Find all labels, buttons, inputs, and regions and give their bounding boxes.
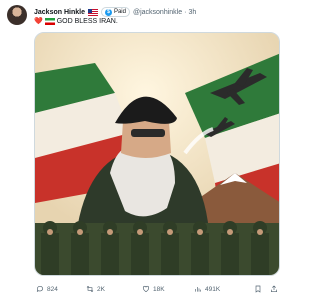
retweet-icon — [86, 285, 94, 293]
dollar-icon: $ — [104, 8, 112, 16]
author-handle[interactable]: @jacksonhinkle — [133, 9, 182, 16]
bookmark-button[interactable] — [254, 285, 262, 293]
author-name[interactable]: Jackson Hinkle — [34, 9, 85, 16]
tweet-image[interactable] — [34, 32, 280, 276]
separator-dot: · — [184, 8, 187, 16]
views-count: 491K — [205, 285, 221, 293]
views-icon — [195, 287, 201, 292]
reply-button[interactable]: 824 — [36, 285, 58, 293]
tweet-time[interactable]: 3h — [188, 9, 196, 16]
bookmark-icon — [255, 285, 261, 293]
tweet-text: ❤️ GOD BLESS IRAN. — [34, 17, 118, 25]
heart-emoji-icon: ❤️ — [34, 18, 43, 25]
iran-flag-icon — [44, 17, 55, 25]
like-count: 18K — [153, 285, 165, 293]
us-flag-icon — [87, 8, 98, 16]
paid-badge[interactable]: $ Paid — [100, 7, 130, 17]
poster-illustration — [35, 33, 279, 275]
views-button[interactable]: 491K — [194, 285, 220, 293]
share-icon — [271, 285, 277, 292]
author-avatar[interactable] — [7, 5, 27, 25]
like-icon — [142, 285, 150, 293]
reply-count: 824 — [47, 285, 58, 293]
figure-glasses — [131, 129, 165, 137]
reply-icon — [36, 286, 43, 292]
paid-badge-label: Paid — [113, 9, 126, 15]
tweet-actions: 824 2K 18K 491K — [34, 283, 284, 295]
like-button[interactable]: 18K — [142, 285, 165, 293]
retweet-count: 2K — [97, 285, 105, 293]
retweet-button[interactable]: 2K — [86, 285, 105, 293]
tweet-body: GOD BLESS IRAN. — [56, 17, 118, 25]
share-button[interactable] — [270, 285, 278, 293]
